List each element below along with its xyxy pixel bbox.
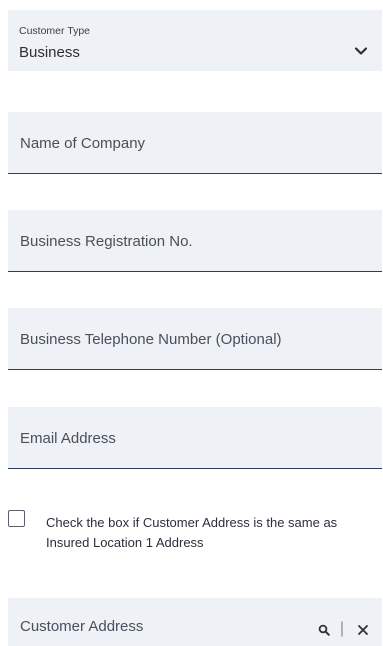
customer-address-placeholder: Customer Address bbox=[20, 618, 144, 635]
icon-separator: | bbox=[339, 620, 344, 637]
company-name-placeholder: Name of Company bbox=[20, 135, 146, 152]
business-telephone-placeholder: Business Telephone Number (Optional) bbox=[20, 331, 282, 348]
customer-type-select[interactable]: Customer Type Business bbox=[8, 10, 382, 71]
business-registration-field[interactable]: Business Registration No. bbox=[8, 210, 382, 272]
same-address-checkbox[interactable] bbox=[8, 510, 25, 527]
email-address-placeholder: Email Address bbox=[20, 430, 116, 447]
email-address-field[interactable]: Email Address bbox=[8, 407, 382, 469]
same-address-checkbox-label[interactable]: Check the box if Customer Address is the… bbox=[46, 513, 376, 553]
same-address-checkbox-row: Check the box if Customer Address is the… bbox=[8, 510, 382, 560]
company-name-field[interactable]: Name of Company bbox=[8, 112, 382, 174]
search-icon[interactable] bbox=[318, 624, 330, 636]
customer-address-field[interactable]: Customer Address | bbox=[8, 598, 382, 646]
close-icon[interactable] bbox=[356, 623, 370, 637]
customer-type-label: Customer Type bbox=[19, 25, 91, 37]
customer-type-value: Business bbox=[19, 44, 80, 61]
chevron-down-icon[interactable] bbox=[354, 44, 368, 58]
business-registration-placeholder: Business Registration No. bbox=[20, 233, 193, 250]
business-telephone-field[interactable]: Business Telephone Number (Optional) bbox=[8, 308, 382, 370]
